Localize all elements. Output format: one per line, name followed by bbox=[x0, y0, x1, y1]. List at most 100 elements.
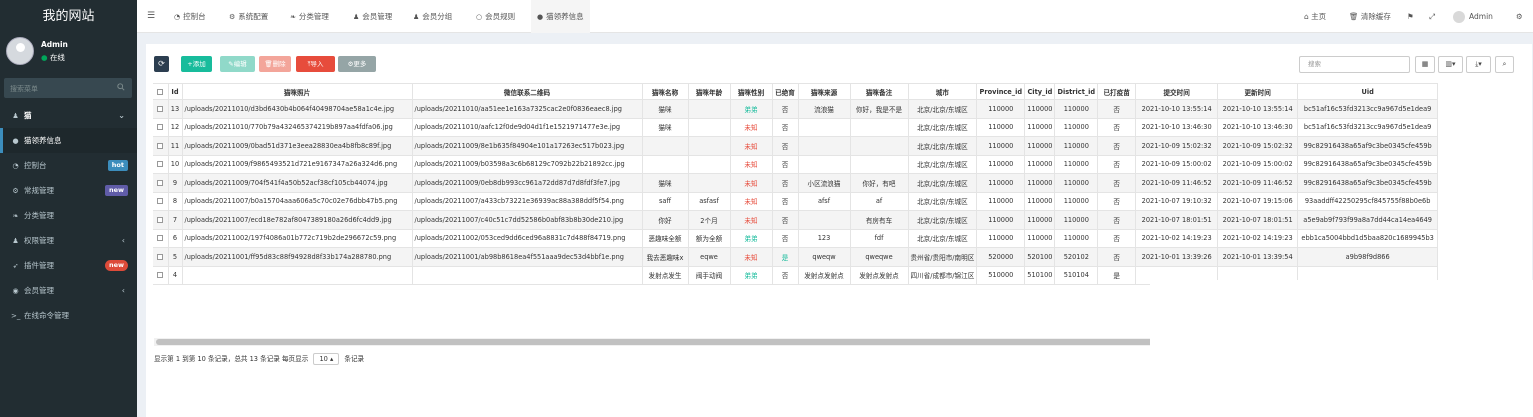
column-header[interactable]: 猫咪来源 bbox=[798, 83, 851, 100]
refresh-button[interactable]: ⟳ bbox=[154, 56, 169, 72]
table-cell: 北京/北京/东城区 bbox=[908, 136, 978, 156]
tab-user-rule[interactable]: ○ 会员规则 bbox=[476, 0, 515, 33]
tab-dashboard[interactable]: ◔ 控制台 bbox=[174, 0, 206, 33]
page-size-select[interactable]: 10 ▴ bbox=[313, 353, 340, 365]
settings-icon[interactable]: ⚙ bbox=[1516, 0, 1523, 33]
import-button[interactable]: ⤒导入 bbox=[296, 56, 335, 72]
column-header[interactable]: Uid bbox=[1297, 83, 1439, 100]
tab-label: 猫领养信息 bbox=[546, 12, 584, 21]
table-row[interactable]: 11/uploads/20211009/0bad51d371e3eea28830… bbox=[153, 136, 1439, 156]
table-cell: /uploads/20211010/770b79a432465374219b89… bbox=[182, 118, 413, 137]
tab-config[interactable]: ⚙ 系统配置 bbox=[229, 0, 268, 33]
delete-button[interactable]: 🗑删除 bbox=[259, 56, 291, 72]
site-logo[interactable]: 我的网站 bbox=[0, 0, 137, 33]
row-checkbox[interactable] bbox=[153, 155, 169, 174]
toggle-view-button[interactable]: ▦ bbox=[1415, 56, 1435, 73]
row-checkbox[interactable] bbox=[153, 99, 169, 119]
table-cell: 猫咪 bbox=[642, 173, 689, 193]
pagination-text: 显示第 1 到第 10 条记录，总共 13 条记录 每页显示 bbox=[154, 355, 309, 363]
sidebar-item-addon[interactable]: ➶ 插件管理 new bbox=[0, 253, 137, 278]
sidebar-search-input[interactable]: 搜索菜单 bbox=[4, 78, 132, 98]
column-header[interactable]: 猫咪性别 bbox=[730, 83, 773, 100]
column-header[interactable]: 提交时间 bbox=[1135, 83, 1219, 100]
table-row[interactable]: 13/uploads/20211010/d3bd6430b4b064f40498… bbox=[153, 99, 1439, 119]
sidebar-item-cat-adoption[interactable]: ● 猫领养信息 bbox=[0, 128, 137, 153]
checkbox-icon bbox=[157, 198, 164, 205]
table-cell: 110000 bbox=[1054, 229, 1099, 248]
scrollbar-thumb[interactable] bbox=[156, 339, 1156, 345]
sidebar-item-dashboard[interactable]: ◔ 控制台 hot bbox=[0, 153, 137, 178]
tab-user-group[interactable]: ♟ 会员分组 bbox=[413, 0, 452, 33]
column-header[interactable]: 猫咪备注 bbox=[850, 83, 909, 100]
table-cell: 北京/北京/东城区 bbox=[908, 118, 978, 137]
column-header[interactable]: 已绝育 bbox=[772, 83, 799, 100]
table-search-input[interactable]: 搜索 bbox=[1299, 56, 1410, 73]
horizontal-scrollbar[interactable] bbox=[154, 338, 1314, 346]
table-cell: 2021-10-07 18:01:51 bbox=[1135, 210, 1219, 230]
row-checkbox[interactable] bbox=[153, 247, 169, 267]
row-checkbox[interactable] bbox=[153, 210, 169, 230]
row-checkbox[interactable] bbox=[153, 229, 169, 248]
row-checkbox[interactable] bbox=[153, 136, 169, 156]
table-cell: 未知 bbox=[730, 118, 773, 137]
chevron-left-icon: ‹ bbox=[121, 286, 125, 295]
sidebar-item-cat[interactable]: ♟ 猫 ⌄ bbox=[0, 103, 137, 128]
row-checkbox[interactable] bbox=[153, 173, 169, 193]
home-link[interactable]: ⌂ 主页 bbox=[1304, 0, 1326, 33]
table-row[interactable]: 5/uploads/20211001/ff95d83c88f94928d8f33… bbox=[153, 247, 1439, 267]
table-cell: bc51af16c53fd3213cc9a967d5e1dea9 bbox=[1297, 99, 1439, 119]
table-row[interactable]: 10/uploads/20211009/f9865493521d721e9167… bbox=[153, 155, 1439, 174]
table-row[interactable]: 9/uploads/20211009/704f541f4a50b52acf38c… bbox=[153, 173, 1439, 193]
language-icon[interactable]: ⚑ bbox=[1407, 0, 1414, 33]
edit-button[interactable]: ✎编辑 bbox=[220, 56, 255, 72]
blank-overlay bbox=[1150, 280, 1533, 417]
column-header[interactable]: 猫咪名称 bbox=[642, 83, 689, 100]
checkbox-icon bbox=[157, 124, 164, 131]
table-cell: 110000 bbox=[1024, 229, 1056, 248]
column-header[interactable]: 猫咪照片 bbox=[182, 83, 413, 100]
export-button[interactable]: ⤓▾ bbox=[1466, 56, 1491, 73]
tab-cat-adoption[interactable]: ● 猫领养信息 bbox=[531, 0, 590, 33]
column-header[interactable]: District_id bbox=[1054, 83, 1099, 100]
row-checkbox[interactable] bbox=[153, 118, 169, 137]
menu-toggle-icon[interactable]: ☰ bbox=[147, 11, 155, 21]
sidebar-item-command[interactable]: >_ 在线命令管理 bbox=[0, 303, 137, 328]
add-button[interactable]: +添加 bbox=[181, 56, 212, 72]
table-row[interactable]: 12/uploads/20211010/770b79a432465374219b… bbox=[153, 118, 1439, 137]
column-header[interactable]: 已打疫苗 bbox=[1097, 83, 1137, 100]
table-row[interactable]: 6/uploads/20211002/197f4086a01b772c719b2… bbox=[153, 229, 1439, 248]
column-header[interactable]: 猫咪年龄 bbox=[688, 83, 731, 100]
row-checkbox[interactable] bbox=[153, 192, 169, 211]
sidebar-item-user[interactable]: ◉ 会员管理 ‹ bbox=[0, 278, 137, 303]
tab-category[interactable]: ❧ 分类管理 bbox=[290, 0, 329, 33]
column-header[interactable]: 微信联系二维码 bbox=[412, 83, 643, 100]
search-icon[interactable] bbox=[117, 83, 125, 91]
column-header[interactable]: Id bbox=[168, 83, 183, 100]
table-cell: 弟弟 bbox=[730, 99, 773, 119]
column-header[interactable]: City_id bbox=[1024, 83, 1056, 100]
table-cell: 猫咪 bbox=[642, 118, 689, 137]
table-cell: 否 bbox=[772, 99, 799, 119]
table-row[interactable]: 7/uploads/20211007/ecd18e782af8047389180… bbox=[153, 210, 1439, 230]
table-cell: 北京/北京/东城区 bbox=[908, 155, 978, 174]
sidebar-item-auth[interactable]: ♟ 权限管理 ‹ bbox=[0, 228, 137, 253]
clear-cache-button[interactable]: 🗑 清除缓存 bbox=[1349, 0, 1391, 33]
more-button[interactable]: ⚙更多 bbox=[338, 56, 376, 72]
table-cell: 北京/北京/东城区 bbox=[908, 229, 978, 248]
columns-button[interactable]: ▥▾ bbox=[1438, 56, 1463, 73]
select-all-checkbox[interactable] bbox=[153, 83, 169, 100]
column-header[interactable]: Province_id bbox=[976, 83, 1026, 100]
table-cell: 110000 bbox=[976, 229, 1026, 248]
tab-user[interactable]: ♟ 会员管理 bbox=[353, 0, 392, 33]
user-menu[interactable]: Admin bbox=[1453, 0, 1493, 33]
sidebar-item-category[interactable]: ❧ 分类管理 bbox=[0, 203, 137, 228]
table-row[interactable]: 8/uploads/20211007/b0a15704aaa606a5c70c0… bbox=[153, 192, 1439, 211]
row-checkbox[interactable] bbox=[153, 266, 169, 285]
fullscreen-icon[interactable]: ⤢ bbox=[1429, 0, 1435, 33]
advanced-search-button[interactable]: ⌕ bbox=[1495, 56, 1514, 73]
table-cell: /uploads/20211002/053ced9dd6ced96a8831c7… bbox=[412, 229, 643, 248]
column-header[interactable]: 城市 bbox=[908, 83, 978, 100]
sidebar-item-general[interactable]: ⚙ 常规管理 new bbox=[0, 178, 137, 203]
column-header[interactable]: 更新时间 bbox=[1217, 83, 1299, 100]
table-cell: af bbox=[850, 192, 909, 211]
